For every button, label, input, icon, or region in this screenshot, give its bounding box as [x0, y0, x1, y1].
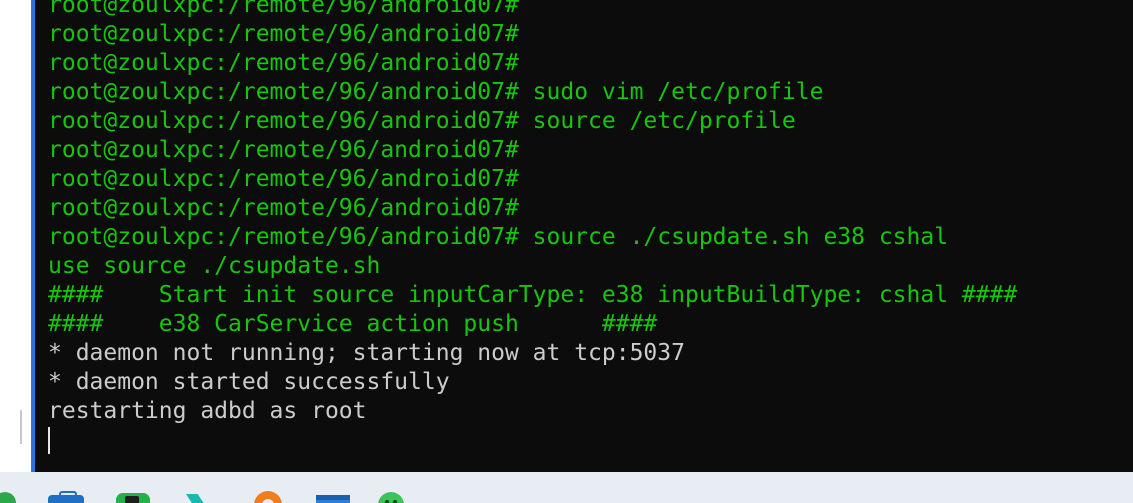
window-icon[interactable]	[316, 495, 350, 503]
terminal-line: use source ./csupdate.sh	[48, 253, 381, 279]
store-icon[interactable]	[48, 491, 84, 503]
app-icon[interactable]	[254, 491, 282, 503]
terminal-line: root@zoulxpc:/remote/96/android07#	[48, 0, 519, 18]
app-icon[interactable]	[116, 493, 150, 503]
terminal-line: root@zoulxpc:/remote/96/android07#	[48, 166, 519, 192]
scroll-indicator	[20, 410, 22, 444]
text-cursor	[48, 427, 50, 454]
app-icon[interactable]	[378, 492, 404, 503]
terminal-line: * daemon not running; starting now at tc…	[48, 340, 685, 366]
terminal-cursor-line[interactable]	[48, 426, 1017, 455]
terminal-line: #### Start init source inputCarType: e38…	[48, 282, 1018, 308]
terminal-line: root@zoulxpc:/remote/96/android07# sudo …	[48, 79, 824, 105]
terminal-line: root@zoulxpc:/remote/96/android07# sourc…	[48, 224, 949, 250]
terminal-line: root@zoulxpc:/remote/96/android07# sourc…	[48, 108, 796, 134]
terminal-line: restarting adbd as root	[48, 398, 367, 424]
terminal-output: root@zoulxpc:/remote/96/android07# root@z…	[48, 0, 1017, 455]
terminal-line: root@zoulxpc:/remote/96/android07#	[48, 21, 519, 47]
taskbar	[0, 472, 1133, 503]
terminal-line: root@zoulxpc:/remote/96/android07#	[48, 195, 519, 221]
terminal-line: #### e38 CarService action push ####	[48, 311, 658, 337]
terminal-window[interactable]: root@zoulxpc:/remote/96/android07# root@z…	[31, 0, 1133, 472]
terminal-line: root@zoulxpc:/remote/96/android07#	[48, 137, 519, 163]
browser-icon[interactable]	[0, 492, 16, 503]
terminal-line: root@zoulxpc:/remote/96/android07#	[48, 50, 519, 76]
desktop: root@zoulxpc:/remote/96/android07# root@z…	[0, 0, 1133, 503]
app-icon[interactable]	[186, 494, 212, 503]
terminal-line: * daemon started successfully	[48, 369, 450, 395]
background-window-strip	[0, 0, 31, 472]
